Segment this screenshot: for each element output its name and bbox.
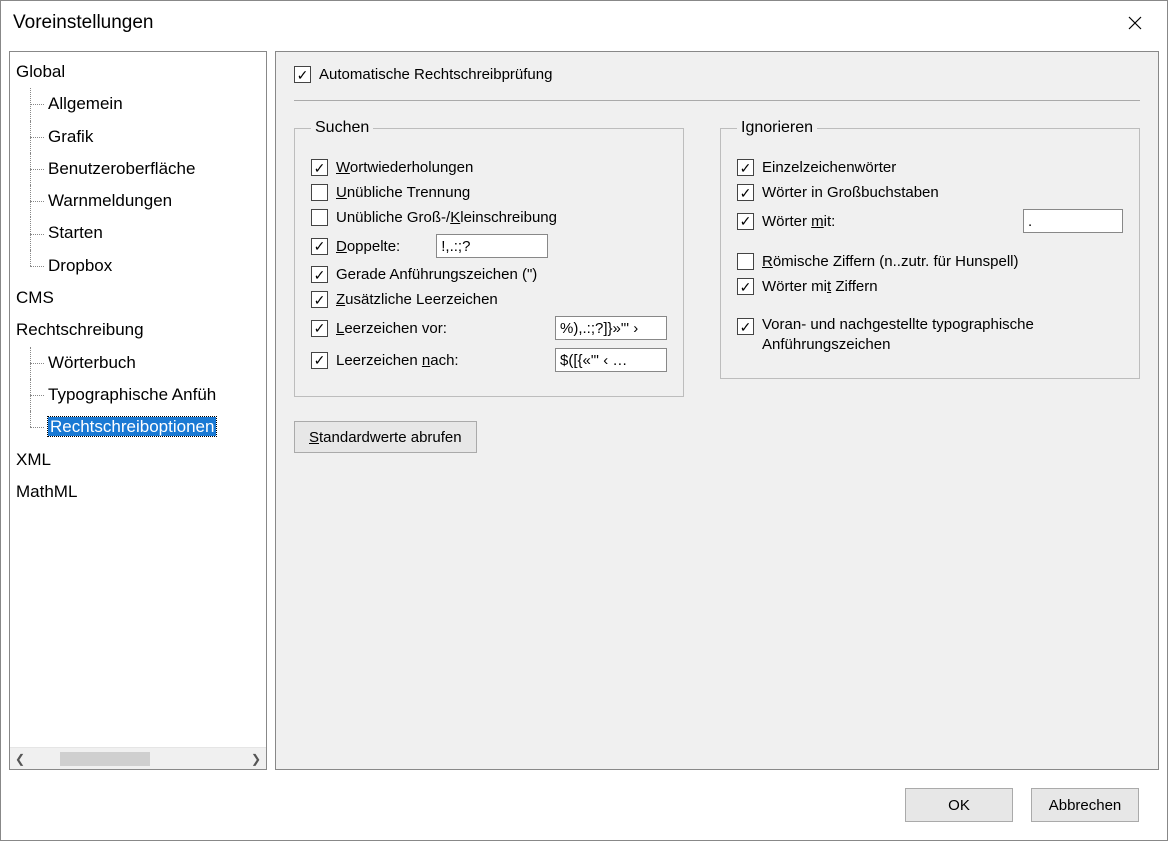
separator (294, 100, 1140, 101)
leerzeichen-nach-checkbox[interactable] (311, 352, 328, 369)
roemisch-label: Römische Ziffern (n..zutr. für Hunspell) (762, 253, 1019, 270)
einzel-label: Einzelzeichenwörter (762, 159, 896, 176)
ignorieren-group: Ignorieren Einzelzeichenwörter Wörter in… (720, 119, 1140, 379)
tree-warnmeldungen[interactable]: Warnmeldungen (16, 185, 260, 217)
suchen-group: Suchen Wortwiederholungen Unübliche Tren… (294, 119, 684, 397)
grossbuch-label: Wörter in Großbuchstaben (762, 184, 939, 201)
einzel-checkbox[interactable] (737, 159, 754, 176)
grossklein-row: Unübliche Groß-/Kleinschreibung (311, 209, 667, 226)
woerter-mit-checkbox[interactable] (737, 213, 754, 230)
tree-grafik[interactable]: Grafik (16, 121, 260, 153)
tree-dropbox[interactable]: Dropbox (16, 250, 260, 282)
woerter-mit-input[interactable] (1023, 209, 1123, 233)
scroll-right-icon[interactable]: ❯ (246, 752, 266, 766)
leerzeichen-nach-input[interactable] (555, 348, 667, 372)
tree-rechtschreibung[interactable]: Rechtschreibung (16, 314, 260, 346)
auto-spellcheck-row: Automatische Rechtschreibprüfung (294, 66, 1140, 83)
wortwiederholungen-row: Wortwiederholungen (311, 159, 667, 176)
doppelte-row: Doppelte: (311, 234, 667, 258)
wortwiederholungen-label: Wortwiederholungen (336, 159, 473, 176)
gerade-row: Gerade Anführungszeichen (") (311, 266, 667, 283)
woerter-ziffern-label: Wörter mit Ziffern (762, 278, 878, 295)
leerzeichen-vor-checkbox[interactable] (311, 320, 328, 337)
woerter-mit-label: Wörter mit: (762, 213, 835, 230)
dialog-footer: OK Abbrechen (1, 770, 1167, 840)
dialog-title: Voreinstellungen (13, 12, 1115, 34)
zusatz-checkbox[interactable] (311, 291, 328, 308)
close-icon (1127, 15, 1143, 31)
tree-benutzeroberflaeche[interactable]: Benutzeroberfläche (16, 153, 260, 185)
gerade-checkbox[interactable] (311, 266, 328, 283)
zusatz-label: Zusätzliche Leerzeichen (336, 291, 498, 308)
typo-checkbox[interactable] (737, 318, 754, 335)
close-button[interactable] (1115, 3, 1155, 43)
typo-label: Voran- und nachgestellte typographische … (762, 315, 1072, 354)
scroll-track[interactable] (30, 752, 246, 766)
grossklein-checkbox[interactable] (311, 209, 328, 226)
ok-button[interactable]: OK (905, 788, 1013, 822)
preferences-dialog: Voreinstellungen Global Allgemein Grafik… (0, 0, 1168, 841)
auto-spellcheck-checkbox[interactable] (294, 66, 311, 83)
typo-row: Voran- und nachgestellte typographische … (737, 315, 1123, 354)
grossklein-label: Unübliche Groß-/Kleinschreibung (336, 209, 557, 226)
tree-xml[interactable]: XML (16, 444, 260, 476)
grossbuch-row: Wörter in Großbuchstaben (737, 184, 1123, 201)
tree-items: Global Allgemein Grafik Benutzeroberfläc… (10, 52, 266, 747)
tree-typographische[interactable]: Typographische Anfüh (16, 379, 260, 411)
woerter-mit-row: Wörter mit: (737, 209, 1123, 233)
roemisch-row: Römische Ziffern (n..zutr. für Hunspell) (737, 253, 1123, 270)
category-tree: Global Allgemein Grafik Benutzeroberfläc… (9, 51, 267, 770)
titlebar: Voreinstellungen (1, 1, 1167, 45)
leerzeichen-nach-label: Leerzeichen nach: (336, 352, 459, 369)
suchen-legend: Suchen (311, 119, 373, 137)
tree-cms[interactable]: CMS (16, 282, 260, 314)
tree-global[interactable]: Global (16, 56, 260, 88)
trennung-row: Unübliche Trennung (311, 184, 667, 201)
tree-hscrollbar[interactable]: ❮ ❯ (10, 747, 266, 769)
gerade-label: Gerade Anführungszeichen (") (336, 266, 537, 283)
ignorieren-legend: Ignorieren (737, 119, 817, 137)
doppelte-input[interactable] (436, 234, 548, 258)
tree-rechtschreiboptionen[interactable]: Rechtschreiboptionen (16, 411, 260, 443)
restore-defaults-button[interactable]: Standardwerte abrufen (294, 421, 477, 453)
wortwiederholungen-checkbox[interactable] (311, 159, 328, 176)
options-panel: Automatische Rechtschreibprüfung Suchen … (275, 51, 1159, 770)
cancel-button[interactable]: Abbrechen (1031, 788, 1139, 822)
zusatz-row: Zusätzliche Leerzeichen (311, 291, 667, 308)
trennung-label: Unübliche Trennung (336, 184, 470, 201)
tree-woerterbuch[interactable]: Wörterbuch (16, 347, 260, 379)
tree-allgemein[interactable]: Allgemein (16, 88, 260, 120)
tree-mathml[interactable]: MathML (16, 476, 260, 508)
einzel-row: Einzelzeichenwörter (737, 159, 1123, 176)
leerzeichen-vor-input[interactable] (555, 316, 667, 340)
leerzeichen-vor-row: Leerzeichen vor: (311, 316, 667, 340)
leerzeichen-vor-label: Leerzeichen vor: (336, 320, 447, 337)
leerzeichen-nach-row: Leerzeichen nach: (311, 348, 667, 372)
trennung-checkbox[interactable] (311, 184, 328, 201)
roemisch-checkbox[interactable] (737, 253, 754, 270)
tree-starten[interactable]: Starten (16, 217, 260, 249)
grossbuch-checkbox[interactable] (737, 184, 754, 201)
dialog-body: Global Allgemein Grafik Benutzeroberfläc… (1, 45, 1167, 770)
group-container: Suchen Wortwiederholungen Unübliche Tren… (294, 119, 1140, 397)
auto-spellcheck-label: Automatische Rechtschreibprüfung (319, 66, 552, 83)
scroll-thumb[interactable] (60, 752, 150, 766)
doppelte-label: Doppelte: (336, 238, 400, 255)
woerter-ziffern-checkbox[interactable] (737, 278, 754, 295)
woerter-ziffern-row: Wörter mit Ziffern (737, 278, 1123, 295)
scroll-left-icon[interactable]: ❮ (10, 752, 30, 766)
doppelte-checkbox[interactable] (311, 238, 328, 255)
